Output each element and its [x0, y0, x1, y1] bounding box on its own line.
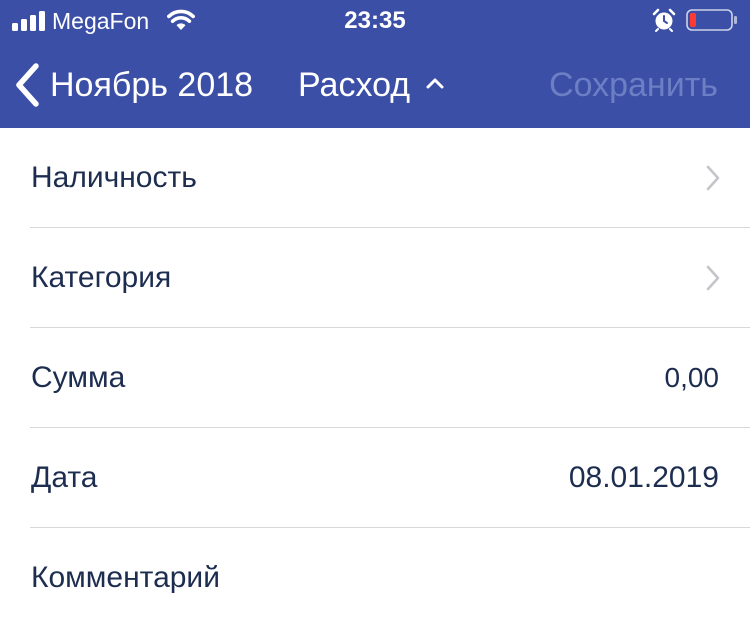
save-button[interactable]: Сохранить — [549, 62, 718, 108]
comment-row[interactable]: Комментарий — [30, 528, 750, 627]
account-label: Наличность — [31, 160, 197, 194]
amount-row[interactable]: Сумма 0,00 — [30, 328, 750, 428]
page-title: Расход — [298, 66, 411, 104]
alarm-clock-icon — [652, 8, 676, 32]
date-row[interactable]: Дата 08.01.2019 — [30, 428, 750, 528]
app-header: MegaFon 23:35 Ноябрь 2018 Расход Сохрани… — [0, 0, 750, 128]
caret-up-icon — [426, 78, 444, 89]
date-value[interactable]: 08.01.2019 — [569, 461, 719, 495]
amount-label: Сумма — [31, 360, 126, 394]
navigation-bar: Ноябрь 2018 Расход Сохранить — [0, 40, 750, 128]
chevron-right-icon — [706, 165, 720, 190]
transaction-type-selector[interactable]: Расход — [298, 62, 446, 108]
status-bar: MegaFon 23:35 — [0, 0, 750, 40]
back-label: Ноябрь 2018 — [50, 66, 254, 104]
clock-time: 23:35 — [344, 7, 406, 34]
transaction-form: Наличность Категория Сумма 0,00 Дата 08.… — [0, 128, 750, 627]
amount-value[interactable]: 0,00 — [665, 361, 720, 395]
battery-low-icon — [686, 9, 737, 31]
category-label: Категория — [31, 260, 172, 294]
comment-label: Комментарий — [31, 560, 220, 594]
account-row[interactable]: Наличность — [30, 128, 750, 228]
chevron-right-icon — [706, 265, 720, 290]
chevron-left-icon — [16, 63, 39, 107]
category-row[interactable]: Категория — [30, 228, 750, 328]
back-button[interactable]: Ноябрь 2018 — [14, 62, 253, 108]
date-label: Дата — [31, 460, 98, 494]
